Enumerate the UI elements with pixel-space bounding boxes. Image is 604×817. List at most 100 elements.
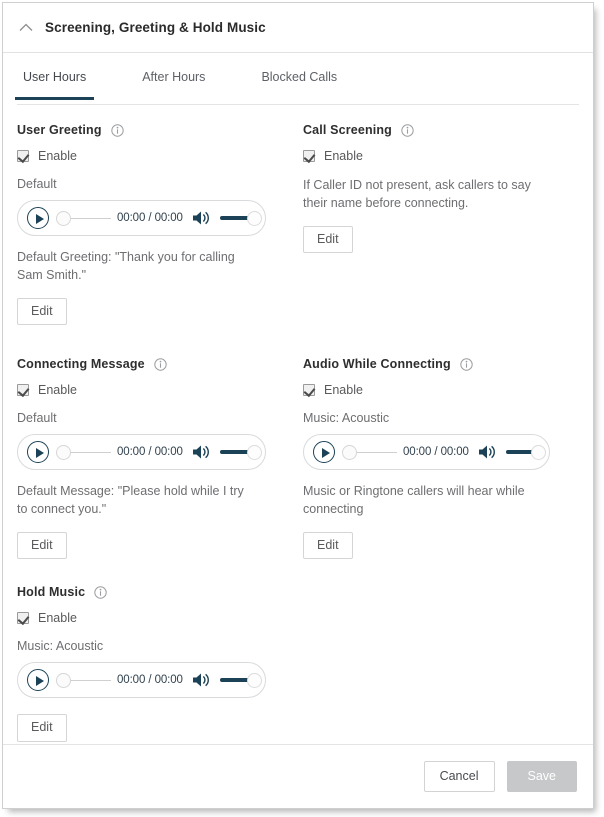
tab-after-hours[interactable]: After Hours — [136, 70, 211, 99]
settings-row-3: Hold Music Enable Music: Acoustic 00:00 … — [17, 585, 579, 742]
audio-player-user-greeting: 00:00 / 00:00 — [17, 200, 266, 236]
audio-player-audio-while-connecting: 00:00 / 00:00 — [303, 434, 550, 470]
info-icon[interactable] — [94, 585, 107, 599]
section-description: Default Greeting: "Thank you for calling… — [17, 250, 235, 282]
enable-row: Enable — [17, 383, 303, 397]
section-header: Hold Music — [17, 585, 303, 599]
info-icon[interactable] — [154, 357, 167, 371]
source-label: Music: Acoustic — [17, 639, 104, 653]
seek-knob[interactable] — [56, 444, 71, 460]
volume-knob[interactable] — [247, 672, 262, 688]
info-icon[interactable] — [110, 123, 124, 137]
section-header: Audio While Connecting — [303, 357, 589, 371]
section-header: Connecting Message — [17, 357, 303, 371]
settings-row-1: User Greeting Enable Default 00:00 / 00:… — [17, 123, 579, 325]
section-header: Call Screening — [303, 123, 589, 137]
enable-row: Enable — [17, 149, 303, 163]
tab-bar: User Hours After Hours Blocked Calls — [14, 53, 579, 105]
tab-user-hours[interactable]: User Hours — [14, 70, 95, 100]
section-title: Audio While Connecting — [303, 357, 451, 371]
seek-slider[interactable] — [56, 672, 113, 688]
settings-content: User Greeting Enable Default 00:00 / 00:… — [3, 105, 593, 742]
seek-slider[interactable] — [56, 210, 113, 226]
source-label: Music: Acoustic — [303, 411, 390, 425]
cancel-button[interactable]: Cancel — [423, 761, 495, 792]
section-connecting-message: Connecting Message Enable Default 00:00 … — [17, 357, 303, 559]
section-description: Default Message: "Please hold while I tr… — [17, 484, 244, 516]
time-display: 00:00 / 00:00 — [117, 446, 183, 458]
section-title: User Greeting — [17, 123, 102, 137]
play-icon[interactable] — [27, 207, 49, 229]
panel-header: Screening, Greeting & Hold Music — [3, 3, 593, 53]
section-hold-music: Hold Music Enable Music: Acoustic 00:00 … — [17, 585, 303, 742]
seek-track — [71, 679, 111, 681]
enable-checkbox-audio-while-connecting[interactable] — [303, 384, 315, 396]
enable-label: Enable — [38, 611, 77, 625]
seek-track — [71, 451, 111, 453]
play-icon[interactable] — [313, 441, 335, 463]
enable-checkbox-user-greeting[interactable] — [17, 150, 29, 162]
volume-icon[interactable] — [192, 443, 212, 461]
volume-slider[interactable] — [505, 444, 546, 460]
edit-button-hold-music[interactable]: Edit — [17, 714, 67, 742]
volume-slider[interactable] — [219, 210, 262, 226]
seek-track — [71, 217, 111, 219]
enable-label: Enable — [324, 149, 363, 163]
volume-knob[interactable] — [247, 444, 262, 460]
volume-icon[interactable] — [192, 671, 212, 689]
audio-player-hold-music: 00:00 / 00:00 — [17, 662, 266, 698]
save-button[interactable]: Save — [506, 761, 577, 792]
enable-checkbox-hold-music[interactable] — [17, 612, 29, 624]
settings-panel: Screening, Greeting & Hold Music User Ho… — [2, 2, 594, 809]
section-title: Call Screening — [303, 123, 392, 137]
section-description: Music or Ringtone callers will hear whil… — [303, 484, 525, 516]
info-icon[interactable] — [401, 123, 414, 137]
seek-knob[interactable] — [342, 444, 357, 460]
section-audio-while-connecting: Audio While Connecting Enable Music: Aco… — [303, 357, 589, 559]
volume-icon[interactable] — [478, 443, 498, 461]
section-description: If Caller ID not present, ask callers to… — [303, 178, 531, 210]
edit-button-call-screening[interactable]: Edit — [303, 225, 353, 253]
enable-row: Enable — [303, 383, 589, 397]
edit-button-user-greeting[interactable]: Edit — [17, 297, 67, 325]
settings-row-2: Connecting Message Enable Default 00:00 … — [17, 357, 579, 559]
enable-label: Enable — [324, 383, 363, 397]
play-icon[interactable] — [27, 441, 49, 463]
time-display: 00:00 / 00:00 — [117, 212, 183, 224]
edit-button-connecting-message[interactable]: Edit — [17, 531, 67, 559]
page-title: Screening, Greeting & Hold Music — [45, 20, 266, 35]
volume-knob[interactable] — [531, 444, 546, 460]
section-empty — [303, 585, 589, 742]
chevron-up-icon[interactable] — [17, 19, 35, 37]
section-header: User Greeting — [17, 123, 303, 137]
play-icon[interactable] — [27, 669, 49, 691]
time-display: 00:00 / 00:00 — [403, 446, 469, 458]
seek-knob[interactable] — [56, 672, 71, 688]
volume-slider[interactable] — [219, 672, 262, 688]
seek-track — [357, 451, 397, 453]
seek-knob[interactable] — [56, 210, 71, 226]
audio-player-connecting-message: 00:00 / 00:00 — [17, 434, 266, 470]
section-title: Hold Music — [17, 585, 86, 599]
enable-checkbox-call-screening[interactable] — [303, 150, 315, 162]
info-icon[interactable] — [460, 357, 473, 371]
enable-checkbox-connecting-message[interactable] — [17, 384, 29, 396]
section-title: Connecting Message — [17, 357, 145, 371]
time-display: 00:00 / 00:00 — [117, 674, 183, 686]
enable-label: Enable — [38, 149, 77, 163]
footer-actions: Cancel Save — [3, 744, 593, 808]
seek-slider[interactable] — [342, 444, 399, 460]
section-user-greeting: User Greeting Enable Default 00:00 / 00:… — [17, 123, 303, 325]
source-label: Default — [17, 411, 57, 425]
seek-slider[interactable] — [56, 444, 113, 460]
volume-knob[interactable] — [247, 210, 262, 226]
enable-row: Enable — [303, 149, 589, 163]
tab-blocked-calls[interactable]: Blocked Calls — [255, 70, 343, 99]
source-label: Default — [17, 177, 57, 191]
section-call-screening: Call Screening Enable If Caller ID not p… — [303, 123, 589, 325]
volume-slider[interactable] — [219, 444, 262, 460]
edit-button-audio-while-connecting[interactable]: Edit — [303, 531, 353, 559]
volume-icon[interactable] — [192, 209, 212, 227]
enable-row: Enable — [17, 611, 303, 625]
enable-label: Enable — [38, 383, 77, 397]
